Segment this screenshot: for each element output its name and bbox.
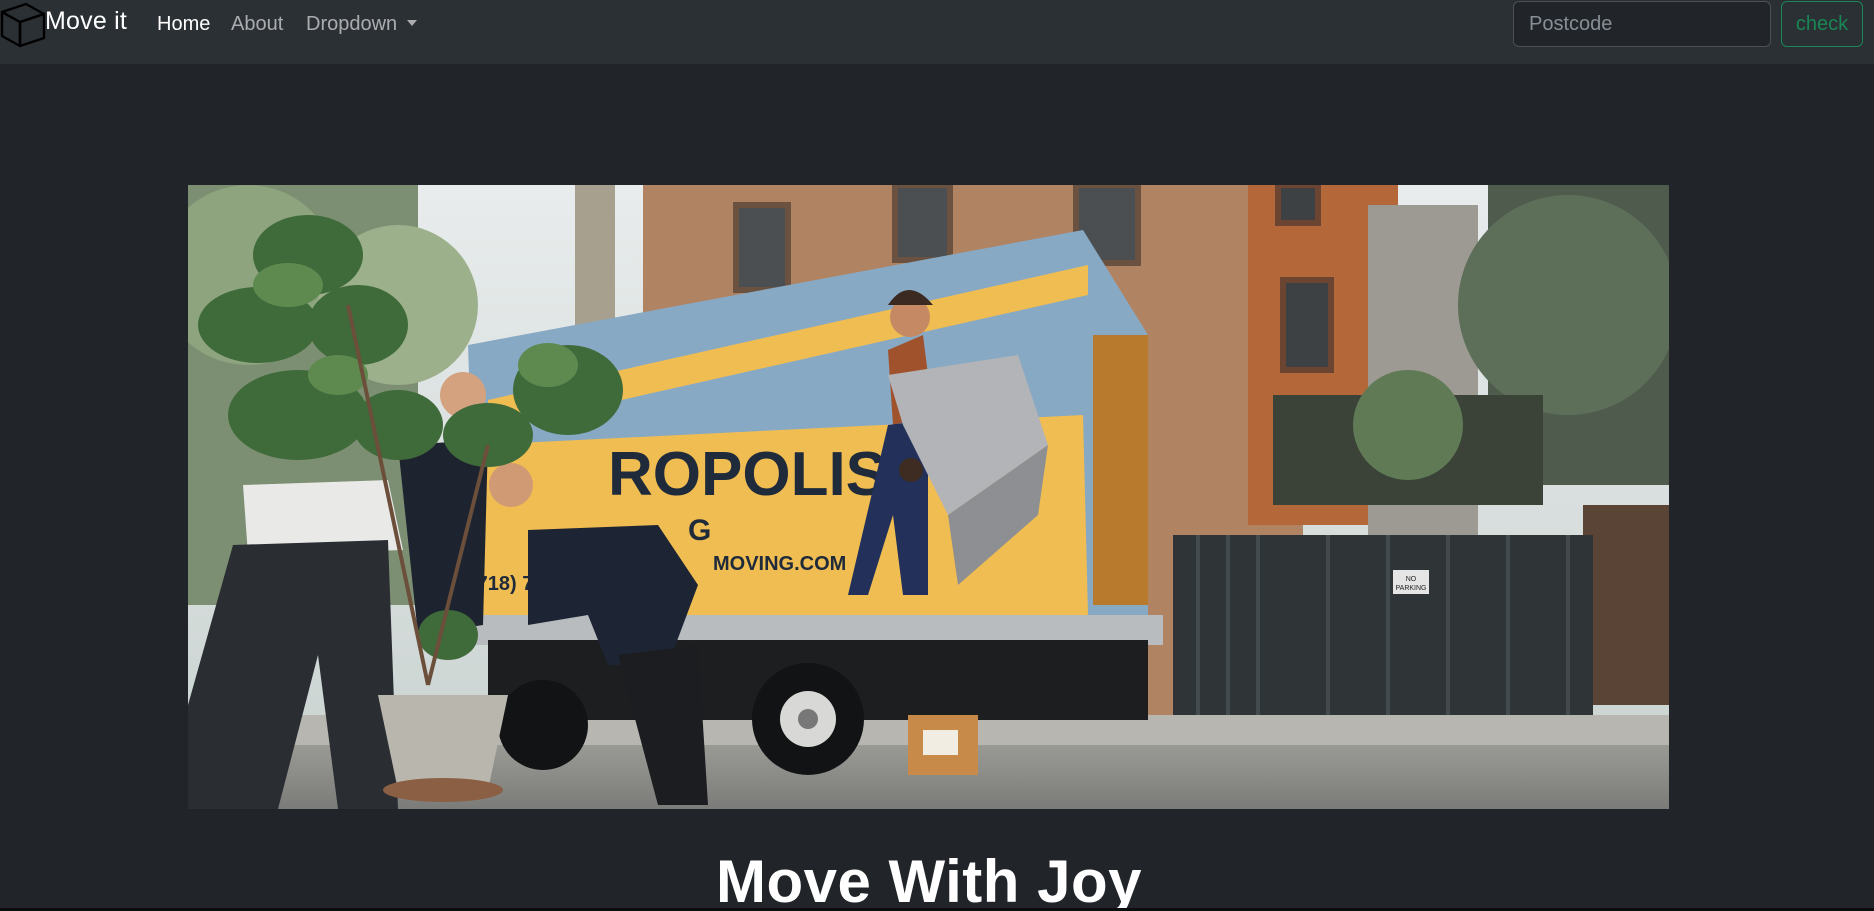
svg-text:MOVING.COM: MOVING.COM — [713, 553, 846, 575]
postcode-input[interactable] — [1513, 1, 1771, 47]
box-icon — [0, 2, 46, 48]
moving-truck-photo: NO PARKING ROPOLIS G (718) 7 520 MOVING.… — [188, 185, 1669, 809]
chevron-down-icon — [407, 20, 418, 26]
hero-image: NO PARKING ROPOLIS G (718) 7 520 MOVING.… — [188, 185, 1669, 809]
brand-link[interactable]: Move it — [0, 0, 127, 48]
nav-dropdown-label: Dropdown — [306, 13, 398, 35]
svg-text:NO: NO — [1406, 576, 1417, 583]
brand-name: Move it — [45, 6, 127, 35]
nav-home[interactable]: Home — [157, 12, 210, 36]
svg-text:G: G — [688, 514, 711, 547]
svg-text:ROPOLIS: ROPOLIS — [608, 440, 887, 509]
navbar: Move it Home About Dropdown check — [0, 0, 1874, 64]
page-headline: Move With Joy — [715, 848, 1142, 911]
nav-dropdown[interactable]: Dropdown — [306, 12, 418, 36]
svg-text:PARKING: PARKING — [1396, 585, 1427, 592]
nav-about[interactable]: About — [231, 12, 283, 36]
check-button[interactable]: check — [1781, 1, 1863, 47]
